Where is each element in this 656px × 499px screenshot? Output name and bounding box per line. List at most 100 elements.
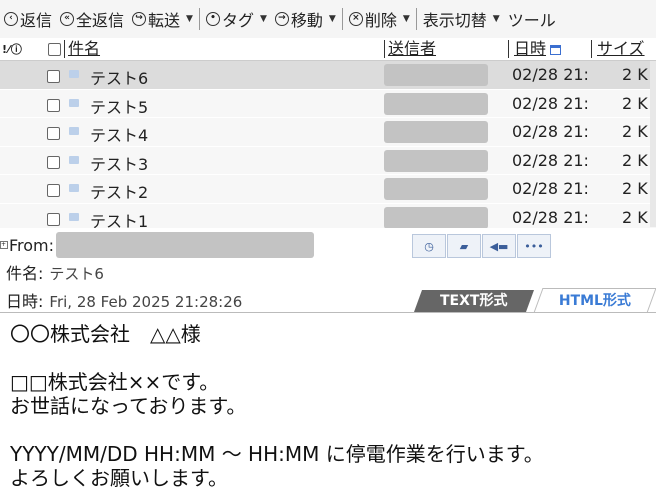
chevron-down-icon[interactable]: ▼ xyxy=(260,14,267,24)
row-checkbox[interactable] xyxy=(47,212,60,226)
row-subject: テスト6 xyxy=(90,69,149,88)
toolbar-divider xyxy=(341,8,343,30)
row-sender-redacted xyxy=(384,178,488,200)
tag-icon: • xyxy=(205,12,220,26)
reply-all-button[interactable]: « 全返信 xyxy=(56,5,128,33)
tab-text-format[interactable]: TEXT形式 xyxy=(413,290,535,312)
row-checkbox[interactable] xyxy=(47,184,60,197)
subject-value: テスト6 xyxy=(49,265,104,283)
forward-button[interactable]: ↪ 転送 ▼ xyxy=(128,5,197,33)
message-row[interactable]: テスト6 02/28 21:2 2 K xyxy=(0,61,656,90)
move-icon: → xyxy=(274,12,289,26)
from-label: From: xyxy=(9,235,55,255)
calendar-icon[interactable] xyxy=(550,44,562,55)
row-checkbox[interactable] xyxy=(47,155,60,169)
delete-label: 削除 xyxy=(364,11,397,30)
toolbar-divider xyxy=(198,8,200,30)
label-icon[interactable]: ◀▬ xyxy=(482,234,516,258)
message-row[interactable]: テスト4 02/28 21:2 2 K xyxy=(0,118,656,147)
body-blank xyxy=(10,418,650,442)
row-size: 2 K xyxy=(622,93,648,113)
row-subject: テスト4 xyxy=(90,126,149,145)
header-actions: ◷ ▰ ◀▬ ••• xyxy=(412,234,552,258)
row-checkbox[interactable] xyxy=(47,70,60,83)
subject-label: 件名: xyxy=(6,264,44,283)
row-size: 2 K xyxy=(622,150,648,170)
list-scrollbar[interactable] xyxy=(650,61,656,227)
row-sender-redacted xyxy=(384,64,488,86)
chat-icon[interactable]: ▰ xyxy=(447,234,481,258)
message-row[interactable]: テスト3 02/28 21:2 2 K xyxy=(0,146,656,175)
expand-icon[interactable]: + xyxy=(0,241,8,249)
clock-icon[interactable]: ◷ xyxy=(412,234,446,258)
column-subject[interactable]: 件名 xyxy=(68,38,100,60)
forward-label: 転送 xyxy=(148,11,181,30)
forward-icon: ↪ xyxy=(132,12,147,26)
chevron-down-icon[interactable]: ▼ xyxy=(403,14,410,24)
format-tabs: TEXT形式 HTML形式 xyxy=(410,288,656,314)
reply-label: 返信 xyxy=(20,11,53,30)
body-line: YYYY/MM/DD HH:MM ～ HH:MM に停電作業を行います。 xyxy=(10,442,544,466)
chevron-down-icon[interactable]: ▼ xyxy=(493,14,500,24)
row-date: 02/28 21:2 xyxy=(512,179,590,198)
tab-html-label: HTML形式 xyxy=(558,293,631,309)
row-size: 2 K xyxy=(622,122,648,141)
tools-label: ツール xyxy=(507,11,556,30)
row-checkbox[interactable] xyxy=(47,127,60,140)
row-sender-redacted xyxy=(384,92,488,115)
body-line: お世話になっております。 xyxy=(10,394,247,418)
message-list: テスト6 02/28 21:2 2 K テスト5 02/28 21:2 2 K … xyxy=(0,61,656,232)
from-redacted xyxy=(56,232,315,258)
body-line: 〇〇株式会社 △△様 xyxy=(10,322,201,346)
row-date: 02/28 21:2 xyxy=(512,93,590,113)
row-date: 02/28 21:2 xyxy=(512,65,590,84)
envelope-icon xyxy=(69,98,79,107)
tab-html-format[interactable]: HTML形式 xyxy=(533,288,656,313)
reply-button[interactable]: ‹ 返信 xyxy=(0,5,56,33)
column-separator[interactable] xyxy=(384,40,385,58)
message-body: 〇〇株式会社 △△様 □□株式会社××です。 お世話になっております。 YYYY… xyxy=(10,322,650,490)
body-blank xyxy=(10,346,650,370)
from-row: + From: xyxy=(0,232,315,258)
date-row: 日時: Fri, 28 Feb 2025 21:28:26 xyxy=(6,288,242,312)
column-sender[interactable]: 送信者 xyxy=(388,38,436,60)
move-button[interactable]: → 移動 ▼ xyxy=(271,5,340,33)
message-row[interactable]: テスト2 02/28 21:2 2 K xyxy=(0,175,656,204)
envelope-icon xyxy=(69,155,79,164)
row-subject: テスト2 xyxy=(90,183,149,202)
flag-column-icons[interactable]: !⁄ⓘ xyxy=(2,41,23,57)
message-row[interactable]: テスト5 02/28 21:2 2 K xyxy=(0,89,656,118)
toolbar: ‹ 返信 « 全返信 ↪ 転送 ▼ • タグ ▼ → 移動 ▼ × 削除 ▼ 表… xyxy=(0,0,656,38)
subject-row: 件名: テスト6 xyxy=(6,260,104,284)
chevron-down-icon[interactable]: ▼ xyxy=(329,14,336,24)
envelope-icon xyxy=(69,127,79,135)
row-subject: テスト5 xyxy=(90,97,149,117)
row-size: 2 K xyxy=(622,207,648,227)
row-date: 02/28 21:2 xyxy=(512,207,590,227)
delete-button[interactable]: × 削除 ▼ xyxy=(345,5,414,33)
row-checkbox[interactable] xyxy=(47,98,60,112)
row-size: 2 K xyxy=(622,179,648,198)
column-date-label: 日時 xyxy=(514,39,547,58)
column-separator[interactable] xyxy=(64,40,65,58)
reply-icon: ‹ xyxy=(4,12,18,26)
reply-all-icon: « xyxy=(60,12,75,26)
row-date: 02/28 21:2 xyxy=(512,122,590,141)
date-value: Fri, 28 Feb 2025 21:28:26 xyxy=(49,293,243,311)
message-list-header: !⁄ⓘ 件名 送信者 日時 サイズ xyxy=(0,38,656,61)
view-toggle-button[interactable]: 表示切替 ▼ xyxy=(419,5,504,33)
column-separator[interactable] xyxy=(591,40,592,58)
column-size[interactable]: サイズ xyxy=(597,38,645,60)
select-all-checkbox[interactable] xyxy=(48,43,61,56)
row-size: 2 K xyxy=(622,65,648,84)
body-line: よろしくお願いします。 xyxy=(10,466,228,490)
tag-button[interactable]: • タグ ▼ xyxy=(202,5,271,33)
chevron-down-icon[interactable]: ▼ xyxy=(186,14,193,24)
more-icon[interactable]: ••• xyxy=(517,234,551,258)
tools-button[interactable]: ツール xyxy=(504,5,560,33)
column-separator[interactable] xyxy=(508,40,509,58)
column-date[interactable]: 日時 xyxy=(514,38,562,60)
tab-text-label: TEXT形式 xyxy=(440,293,508,309)
row-sender-redacted xyxy=(384,206,488,229)
envelope-icon xyxy=(69,184,79,192)
